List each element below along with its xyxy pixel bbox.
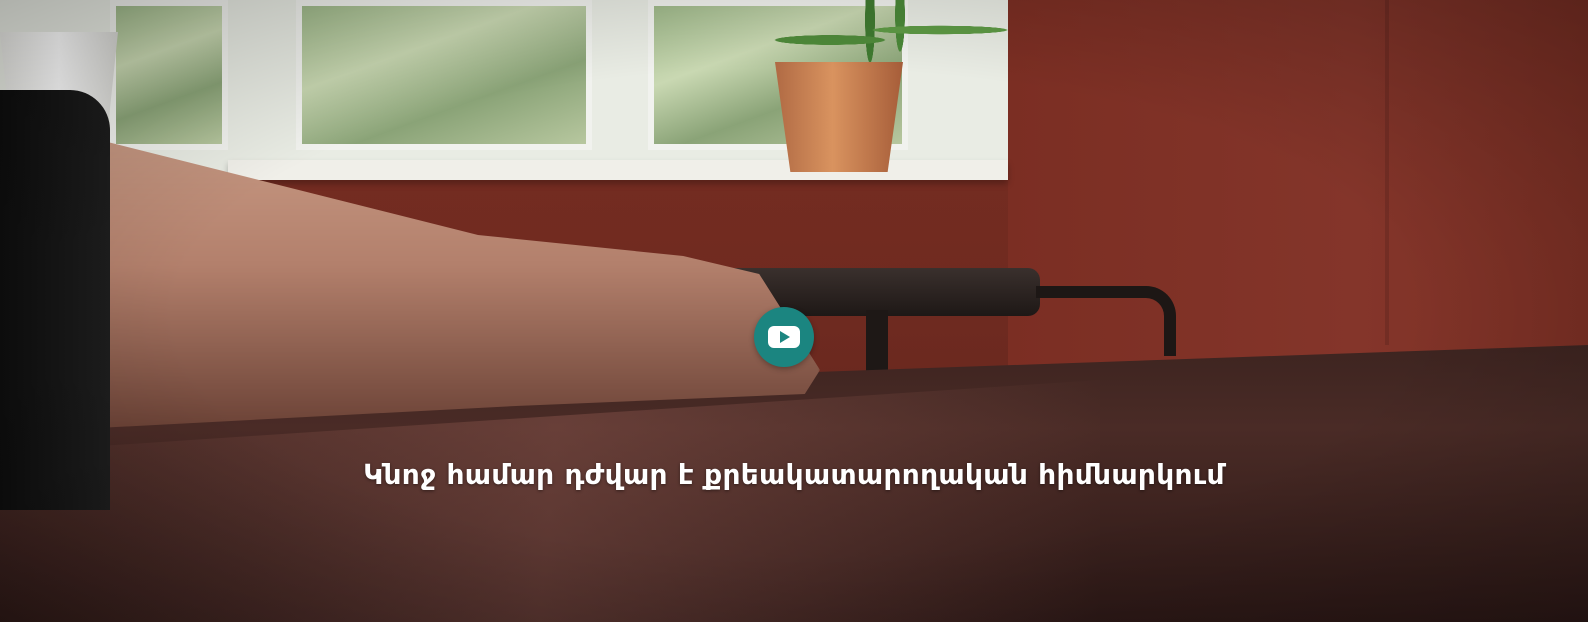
video-hero[interactable]: Կնոջ համար դժվար է քրեակատարողական հիմնա…: [0, 0, 1588, 622]
play-button[interactable]: [754, 307, 814, 367]
play-icon: [768, 326, 800, 348]
video-caption: Կնոջ համար դժվար է քրեակատարողական հիմնա…: [363, 458, 1225, 491]
